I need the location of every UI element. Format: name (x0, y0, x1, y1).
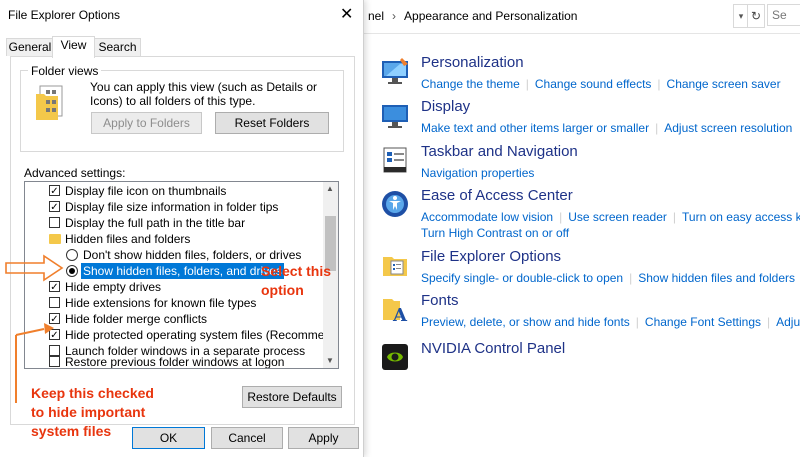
annotation-keep-checked: Keep this checked to hide important syst… (31, 385, 154, 439)
pointer-line (15, 328, 45, 336)
arrow-head-icon (44, 323, 54, 334)
tab-view[interactable]: View (52, 36, 95, 58)
annotation-select-option: Select this option (261, 263, 332, 298)
arrow-right-icon (5, 254, 64, 282)
